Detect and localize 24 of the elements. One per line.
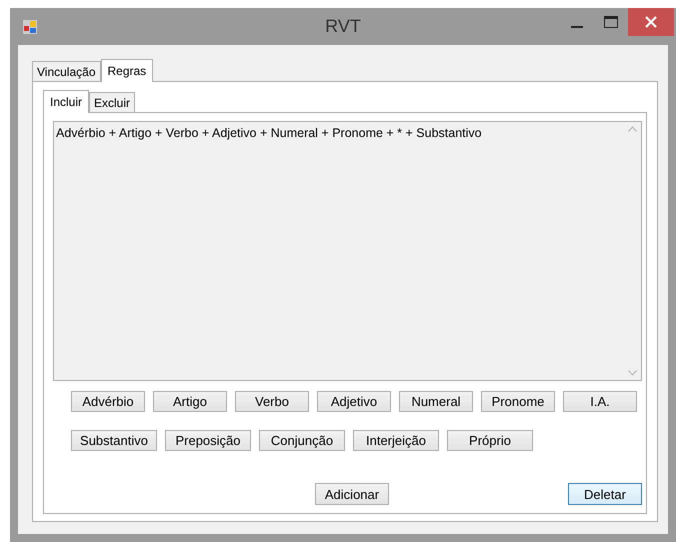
tab[interactable]: Excluir [89,92,136,112]
app-icon [22,18,38,34]
word-button[interactable]: Numeral [399,391,473,412]
word-button[interactable]: Interjeição [353,430,439,451]
word-button[interactable]: Artigo [153,391,227,412]
tab[interactable]: Regras [100,59,154,82]
close-icon [644,15,658,29]
close-button[interactable] [628,8,674,36]
tab[interactable]: Vinculação [32,61,100,81]
tab[interactable]: Incluir [43,90,90,113]
word-button[interactable]: Verbo [235,391,309,412]
word-button[interactable]: Substantivo [71,430,157,451]
word-button[interactable]: Pronome [481,391,555,412]
minimize-icon [571,26,583,28]
word-button[interactable]: Adjetivo [317,391,391,412]
word-button[interactable]: Próprio [447,430,533,451]
word-button[interactable]: Advérbio [71,391,145,412]
maximize-icon [603,15,619,29]
add-button[interactable]: Adicionar [315,483,389,505]
word-button[interactable]: Preposição [165,430,251,451]
window-title: RVT [325,16,361,36]
word-button[interactable]: Conjunção [259,430,345,451]
word-button[interactable]: I.A. [563,391,637,412]
delete-button[interactable]: Deletar [568,483,642,505]
